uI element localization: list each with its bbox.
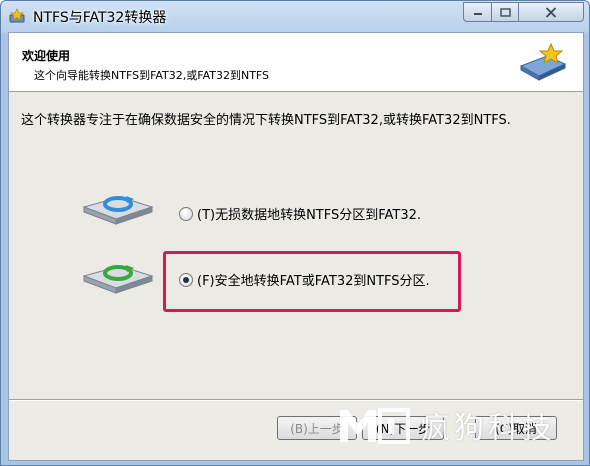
- wizard-header: 欢迎使用 这个向导能转换NTFS到FAT32,或FAT32到NTFS: [9, 33, 583, 92]
- option-ntfs-to-fat32[interactable]: (T)无损数据地转换NTFS分区到FAT32.: [179, 204, 421, 223]
- fat32-to-ntfs-icon: [82, 265, 154, 294]
- wizard-client-area: 欢迎使用 这个向导能转换NTFS到FAT32,或FAT32到NTFS 这个转换器…: [8, 32, 584, 461]
- radio-ntfs-to-fat32[interactable]: [179, 206, 193, 221]
- close-icon: [545, 6, 557, 18]
- header-subtitle: 这个向导能转换NTFS到FAT32,或FAT32到NTFS: [34, 69, 270, 82]
- watermark-text: 疯狗科技: [420, 411, 556, 446]
- highlight-annotation-box: [163, 251, 461, 312]
- drive-star-icon: [519, 42, 567, 81]
- wizard-body: 这个转换器专注于在确保数据安全的情况下转换NTFS到FAT32,或转换FAT32…: [9, 93, 583, 398]
- ntfs-to-fat32-icon: [82, 196, 154, 225]
- maximize-icon: [499, 7, 511, 17]
- minimize-button[interactable]: [463, 2, 492, 22]
- title-bar[interactable]: NTFS与FAT32转换器: [1, 1, 589, 31]
- description-text: 这个转换器专注于在确保数据安全的情况下转换NTFS到FAT32,或转换FAT32…: [21, 113, 511, 128]
- close-button[interactable]: [518, 2, 584, 22]
- header-title: 欢迎使用: [22, 49, 71, 63]
- app-icon: [9, 8, 25, 23]
- minimize-icon: [473, 13, 482, 15]
- window-title: NTFS与FAT32转换器: [33, 10, 167, 26]
- watermark: 疯狗科技: [338, 405, 556, 446]
- maximize-button[interactable]: [491, 2, 519, 22]
- option-ntfs-to-fat32-label: (T)无损数据地转换NTFS分区到FAT32.: [197, 208, 422, 223]
- watermark-logo-icon: [340, 408, 410, 444]
- converter-window: NTFS与FAT32转换器 欢迎使用 这个向导能转换NTFS到FAT32,或FA…: [0, 0, 590, 466]
